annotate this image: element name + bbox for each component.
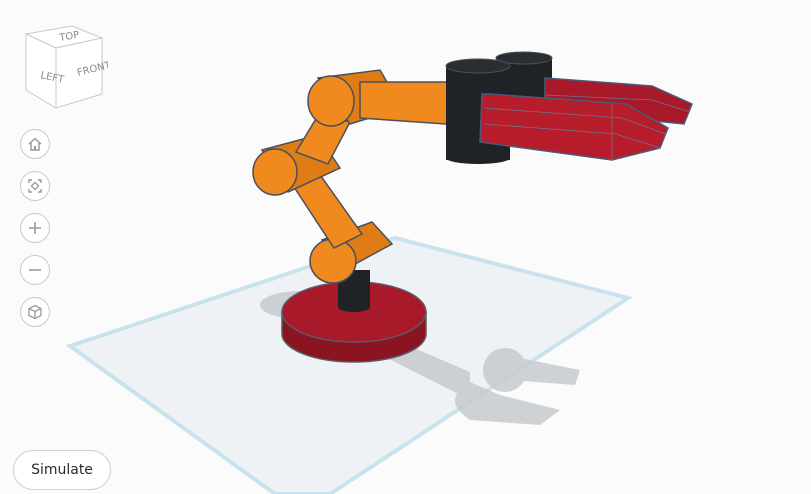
minus-icon [29,269,41,271]
scene-canvas[interactable] [0,0,811,494]
cube-outline-icon [28,304,42,320]
fit-view-icon [28,179,42,193]
3d-viewport[interactable]: LEFT FRONT TOP Simulate [0,0,811,494]
zoom-in-button[interactable] [20,213,50,243]
zoom-out-button[interactable] [20,255,50,285]
view-cube[interactable]: LEFT FRONT TOP [20,24,108,110]
simulate-button[interactable]: Simulate [13,450,111,490]
home-view-button[interactable] [20,129,50,159]
home-icon [28,137,42,151]
plus-icon [29,222,41,234]
projection-toggle-button[interactable] [20,297,50,327]
fit-view-button[interactable] [20,171,50,201]
